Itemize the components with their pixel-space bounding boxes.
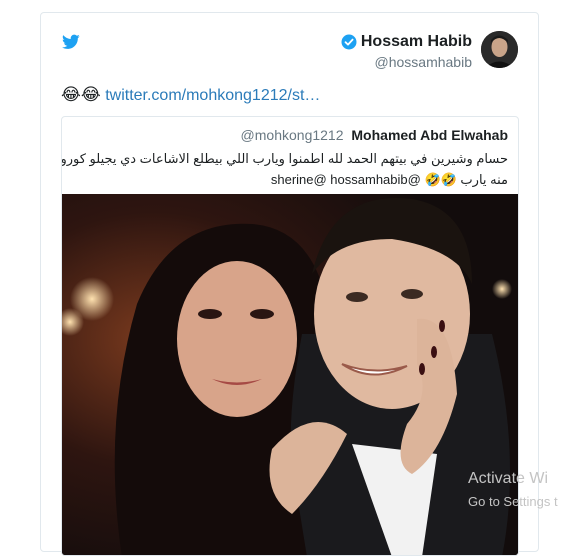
- author-handle[interactable]: @hossamhabib: [375, 54, 473, 70]
- quoted-tweet[interactable]: @mohkong1212 Mohamed Abd Elwahab حسام وش…: [61, 116, 519, 556]
- quoted-tweet-header: @mohkong1212 Mohamed Abd Elwahab: [241, 127, 508, 143]
- quoted-handle: @mohkong1212: [240, 127, 344, 143]
- quoted-name: Mohamed Abd Elwahab: [351, 127, 508, 143]
- quoted-text-line-2: منه يارب 🤣🤣 @sherine@ hossamhabib: [270, 172, 508, 187]
- tweet-emojis: 😂😂: [61, 85, 101, 104]
- windows-activation-subtext: Go to Settings t: [468, 494, 558, 509]
- verified-badge-icon: [341, 34, 357, 50]
- tweet-text: 😂😂 twitter.com/mohkong1212/st…: [61, 85, 320, 105]
- quoted-tweet-text: حسام وشيرين في بيتهم الحمد لله اطمنوا وي…: [61, 148, 508, 190]
- quoted-tweet-photo[interactable]: [62, 194, 519, 556]
- avatar-image: [481, 31, 518, 68]
- windows-activation-watermark: Activate Wi: [468, 470, 549, 487]
- twitter-bird-icon[interactable]: [62, 34, 80, 50]
- author-name[interactable]: Hossam Habib: [361, 33, 472, 51]
- tweet-link[interactable]: twitter.com/mohkong1212/st…: [105, 87, 320, 104]
- author-avatar[interactable]: [481, 31, 518, 68]
- quoted-text-line-1: حسام وشيرين في بيتهم الحمد لله اطمنوا وي…: [61, 151, 508, 166]
